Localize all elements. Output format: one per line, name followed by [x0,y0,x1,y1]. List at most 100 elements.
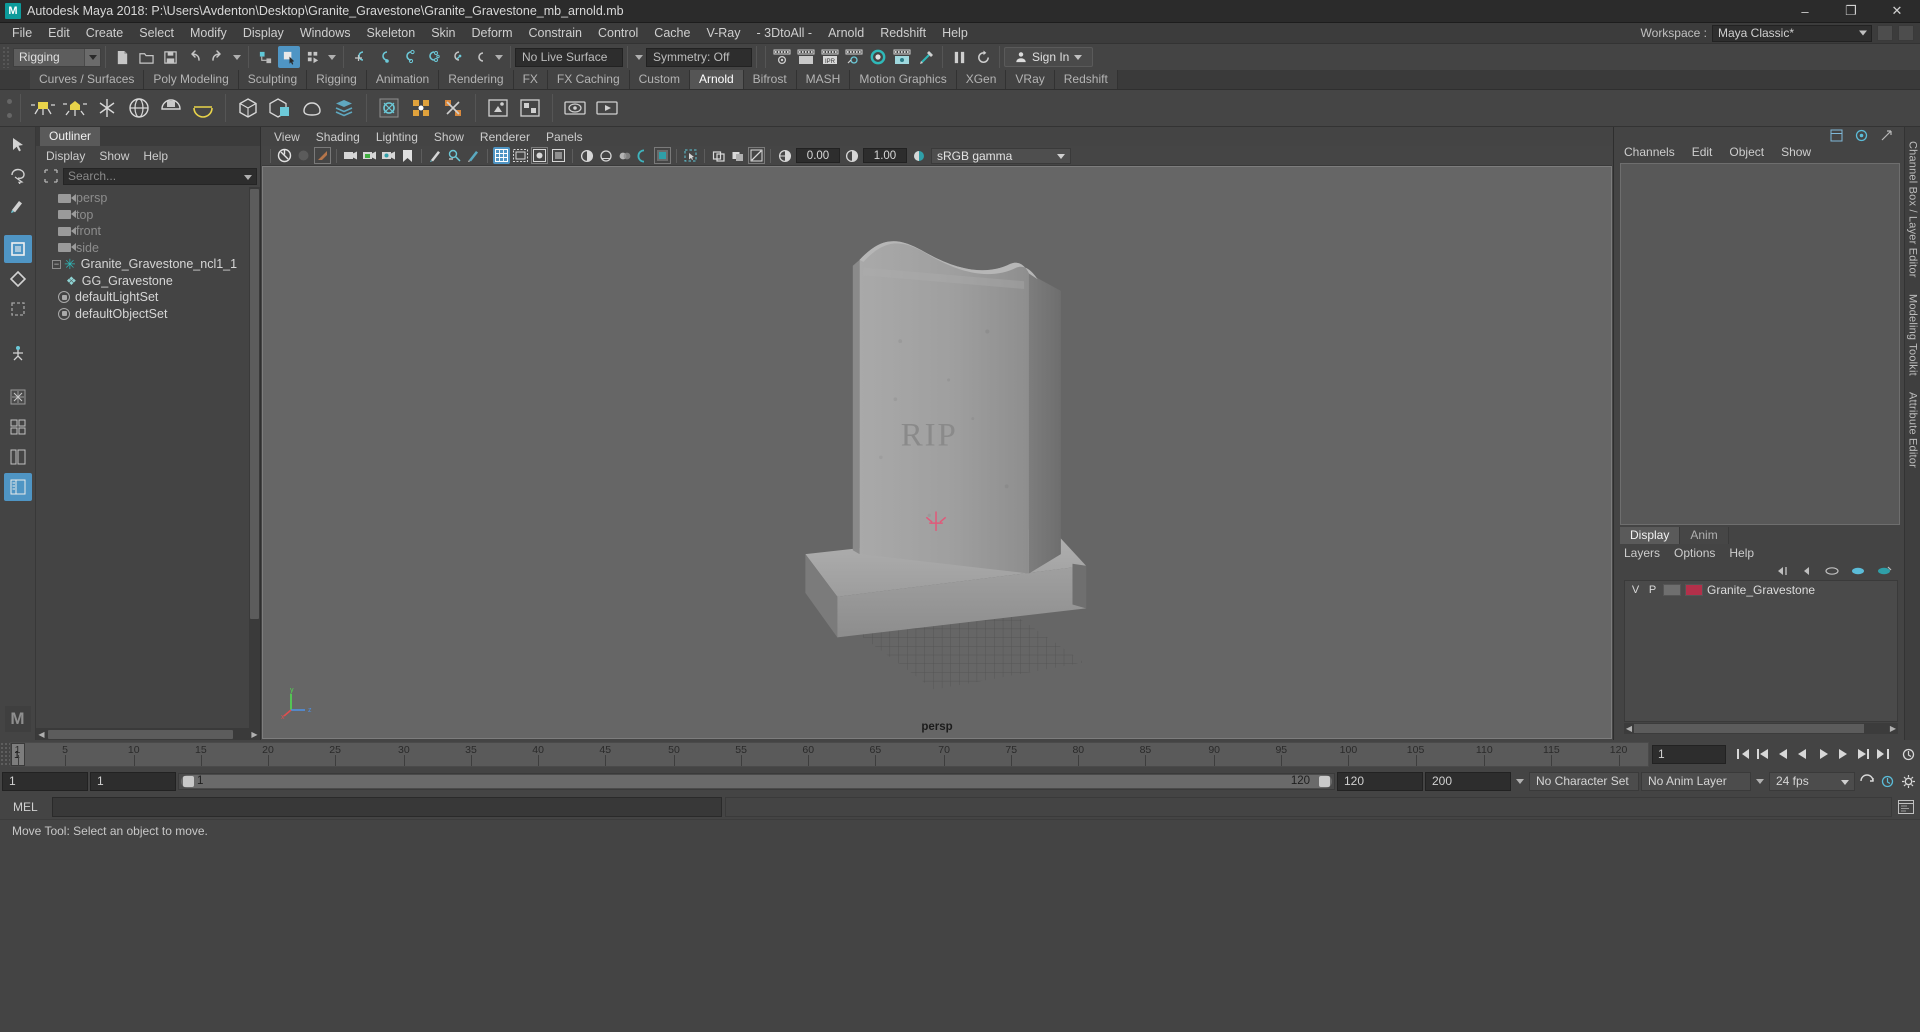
animation-start-field[interactable]: 1 [2,771,88,791]
range-end-handle[interactable] [1319,775,1330,787]
arnold-texture-button[interactable] [515,93,545,124]
viewport-camera-icon[interactable] [342,147,359,164]
layer-playback-toggle[interactable]: P [1646,583,1659,596]
animation-end-field[interactable]: 200 [1425,771,1511,791]
menu-set-select[interactable]: Rigging [13,47,101,67]
display-layer-row[interactable]: V P Granite_Gravestone [1625,581,1897,598]
character-set-chevron-icon[interactable] [1513,771,1527,791]
persp-outliner-layout-button[interactable] [3,473,32,501]
smooth-shade-icon[interactable] [729,147,746,164]
outliner-item-defaultlightset[interactable]: defaultLightSet [36,289,260,306]
range-slider-track[interactable]: 1 120 [178,772,1335,790]
character-set-select[interactable]: No Character Set [1529,771,1639,791]
shelf-tab-motion-graphics[interactable]: Motion Graphics [850,70,957,89]
outliner-menu-help[interactable]: Help [143,149,168,163]
viewport-menu-shading[interactable]: Shading [316,130,360,144]
range-slider-bar[interactable]: 1 120 [181,774,1332,788]
select-by-object-type-button[interactable] [278,46,300,68]
four-view-layout-button[interactable] [4,413,32,441]
outliner-menu-display[interactable]: Display [46,149,85,163]
arnold-standin-button[interactable] [233,93,263,124]
shelf-tab-arnold[interactable]: Arnold [689,70,744,89]
anim-layer-chevron-icon[interactable] [1753,771,1767,791]
shelf-grip[interactable] [4,91,14,125]
arnold-distant-light-button[interactable] [92,93,122,124]
vertical-tab-channel-box-layer-editor[interactable]: Channel Box / Layer Editor [1906,133,1920,286]
step-forward-key-icon[interactable] [1853,744,1872,765]
range-start-field[interactable]: 1 [90,771,176,791]
render-sequence-button[interactable] [795,46,817,68]
script-editor-icon[interactable] [1895,797,1917,817]
gamma-value-field[interactable]: 1.00 [863,148,907,163]
create-empty-layer-icon[interactable] [1824,562,1841,579]
current-frame-field[interactable]: 1 [1652,744,1726,764]
step-forward-frame-icon[interactable] [1833,744,1852,765]
command-input[interactable] [52,796,722,817]
menu-select[interactable]: Select [131,23,182,44]
range-end-field[interactable]: 120 [1337,771,1423,791]
menu-v-ray[interactable]: V-Ray [698,23,748,44]
viewport-3d-canvas[interactable]: RIP y z x persp [262,166,1612,739]
scroll-right-icon[interactable]: ▶ [249,729,260,740]
show-channel-box-icon[interactable] [1828,127,1845,144]
layer-list-scrollbar[interactable]: ◀ ▶ [1624,723,1898,734]
outliner-item-top[interactable]: top [36,207,260,224]
layer-visibility-toggle[interactable]: V [1629,583,1642,596]
film-gate-icon[interactable] [512,147,529,164]
arnold-clear-button[interactable] [438,93,468,124]
render-view-button[interactable] [891,46,913,68]
viewport-menu-view[interactable]: View [274,130,300,144]
lock-camera-icon[interactable] [361,147,378,164]
viewport-menu-lighting[interactable]: Lighting [376,130,418,144]
gamma-toggle-icon[interactable] [843,147,860,164]
snap-to-point-button[interactable] [397,46,419,68]
arnold-stacked-button[interactable] [329,93,359,124]
outliner-item-persp[interactable]: persp [36,190,260,207]
outliner-persp-layout-button[interactable] [4,443,32,471]
workspace-reset-icon[interactable] [1898,25,1914,41]
layer-color-swatch[interactable] [1685,583,1703,596]
shelf-tab-fx[interactable]: FX [513,70,548,89]
shelf-tab-custom[interactable]: Custom [629,70,690,89]
use-default-material-icon[interactable] [776,147,793,164]
select-tool-button[interactable] [4,131,32,159]
outliner-item-gg_gravestone[interactable]: ❖ GG_Gravestone [36,273,260,290]
snap-group-chevron-icon[interactable] [492,47,506,67]
open-scene-button[interactable] [135,46,157,68]
select-by-component-type-button[interactable] [302,46,324,68]
arnold-open-render-view-button[interactable] [560,93,590,124]
menu-edit[interactable]: Edit [40,23,78,44]
snap-to-grid-button[interactable] [349,46,371,68]
play-forwards-icon[interactable] [1813,744,1832,765]
outliner-vertical-scrollbar[interactable] [249,187,260,728]
exposure-value-field[interactable]: 0.00 [796,148,840,163]
outliner-tree[interactable]: persp top front side − ✳ Granite_Gravestone_nc… [36,187,260,728]
search-input[interactable]: Search... [63,167,257,185]
expander-icon[interactable]: − [52,259,61,269]
arnold-volume-button[interactable] [297,93,327,124]
color-management-icon[interactable] [910,147,927,164]
scroll-left-icon[interactable]: ◀ [1624,723,1634,734]
channel-box-content[interactable] [1620,163,1900,525]
layer-move-up-icon[interactable] [1772,562,1789,579]
range-start-handle[interactable] [183,775,194,787]
shelf-tab-rigging[interactable]: Rigging [307,70,367,89]
snap-to-view-planes-button[interactable] [445,46,467,68]
menu-windows[interactable]: Windows [292,23,359,44]
preferences-gear-icon[interactable] [1899,771,1918,792]
gate-mask-icon[interactable] [550,147,567,164]
layer-options-icon[interactable] [1876,562,1893,579]
channel-box-menu-object[interactable]: Object [1729,145,1764,159]
menu-cache[interactable]: Cache [646,23,698,44]
snap-to-projected-center-button[interactable] [421,46,443,68]
shelf-tab-sculpting[interactable]: Sculpting [238,70,308,89]
outliner-horizontal-scrollbar[interactable]: ◀ ▶ [36,728,260,740]
scroll-right-icon[interactable]: ▶ [1888,723,1898,734]
display-layer-list[interactable]: V P Granite_Gravestone [1624,580,1898,722]
menu-constrain[interactable]: Constrain [521,23,591,44]
redo-button[interactable] [207,46,229,68]
bookmark-camera-icon[interactable] [314,147,331,164]
shelf-tab-redshift[interactable]: Redshift [1054,70,1118,89]
shelf-tab-vray[interactable]: VRay [1006,70,1055,89]
show-layer-editor-icon[interactable] [1853,127,1870,144]
